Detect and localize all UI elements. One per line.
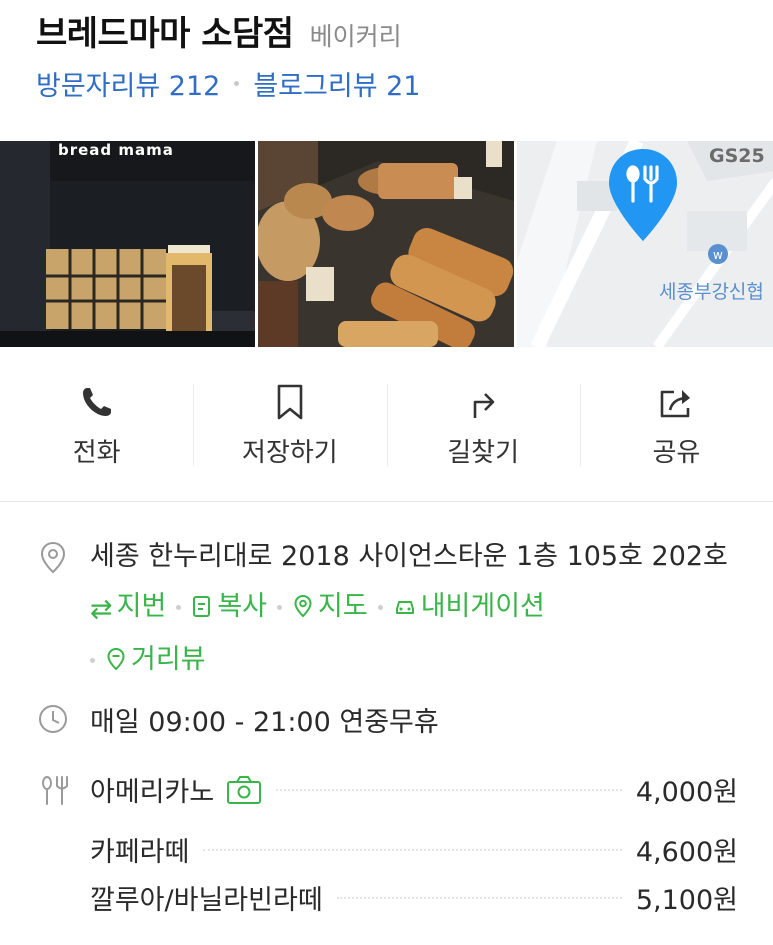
menu-item[interactable]: 카페라떼 4,600원 bbox=[90, 830, 738, 869]
separator-dot bbox=[90, 658, 95, 663]
separator-dot bbox=[377, 605, 383, 610]
jibun-label: 지번 bbox=[116, 591, 167, 622]
share-label: 공유 bbox=[652, 438, 701, 468]
clock-icon bbox=[39, 705, 67, 733]
menu-item-name: 아메리카노 bbox=[90, 777, 215, 808]
map-label-gs25: GS25 bbox=[709, 145, 765, 167]
separator-dot bbox=[277, 605, 282, 610]
share-button[interactable]: 공유 bbox=[579, 370, 773, 470]
map-thumbnail[interactable]: w GS25 세종부강신협 bbox=[517, 141, 773, 347]
navigation-link[interactable]: 내비게이션 bbox=[393, 591, 545, 622]
hours-text[interactable]: 매일 09:00 - 21:00 연중무휴 bbox=[90, 700, 439, 739]
street-view-label: 거리뷰 bbox=[131, 644, 206, 675]
map-pin-icon bbox=[609, 149, 677, 241]
street-view-icon bbox=[107, 647, 125, 671]
utensils-icon bbox=[42, 776, 68, 805]
map-link[interactable]: 지도 bbox=[292, 591, 368, 622]
dotted-leader bbox=[276, 788, 622, 791]
separator-dot bbox=[234, 81, 240, 86]
camera-icon[interactable] bbox=[226, 775, 262, 805]
directions-label: 길찾기 bbox=[447, 438, 519, 468]
jibun-link[interactable]: ⇄ 지번 bbox=[90, 591, 167, 625]
svg-text:w: w bbox=[713, 248, 723, 262]
swap-icon: ⇄ bbox=[90, 594, 113, 625]
menu-item-price: 5,100원 bbox=[635, 885, 738, 916]
bookmark-icon bbox=[277, 384, 303, 420]
map-label: 지도 bbox=[318, 591, 368, 622]
menu-item-name: 카페라떼 bbox=[90, 837, 190, 868]
storefront-illustration bbox=[0, 141, 255, 347]
photo-strip: bread mama w GS25 세종부강신협 bbox=[0, 141, 773, 347]
street-view-link[interactable]: 거리뷰 bbox=[105, 644, 206, 675]
map-pin-small-icon bbox=[294, 594, 312, 618]
blog-reviews-link[interactable]: 블로그리뷰 21 bbox=[253, 64, 420, 103]
separator-dot bbox=[176, 605, 182, 610]
bread-display-illustration bbox=[258, 141, 514, 347]
address-text: 세종 한누리대로 2018 사이언스타운 1층 105호 202호 bbox=[90, 541, 728, 572]
phone-icon bbox=[82, 388, 111, 416]
place-title: 브레드마마 소담점 bbox=[36, 14, 294, 54]
menu-item[interactable]: 아메리카노 4,000원 bbox=[90, 770, 738, 809]
address-block: 세종 한누리대로 2018 사이언스타운 1층 105호 202호 ⇄ 지번 복사 지… bbox=[90, 532, 740, 685]
copy-label: 복사 bbox=[217, 591, 267, 622]
copy-link[interactable]: 복사 bbox=[191, 591, 267, 622]
dotted-leader bbox=[203, 848, 622, 851]
place-category: 베이커리 bbox=[309, 22, 402, 51]
call-label: 전화 bbox=[72, 438, 121, 468]
storefront-sign-text: bread mama bbox=[58, 141, 174, 159]
directions-button[interactable]: 길찾기 bbox=[386, 370, 580, 470]
review-links: 방문자리뷰 212 블로그리뷰 21 bbox=[36, 64, 753, 103]
navigation-label: 내비게이션 bbox=[420, 591, 545, 622]
save-label: 저장하기 bbox=[242, 438, 338, 468]
menu-item-name: 깔루아/바닐라빈라떼 bbox=[90, 885, 323, 916]
save-button[interactable]: 저장하기 bbox=[193, 370, 386, 470]
dotted-leader bbox=[336, 896, 622, 899]
share-icon bbox=[661, 390, 691, 418]
copy-icon bbox=[193, 596, 211, 617]
location-pin-icon bbox=[40, 541, 66, 574]
bread-display-photo[interactable] bbox=[258, 141, 514, 347]
call-button[interactable]: 전화 bbox=[0, 370, 193, 470]
place-header: 브레드마마 소담점 베이커리 방문자리뷰 212 블로그리뷰 21 bbox=[36, 6, 753, 103]
visitor-reviews-link[interactable]: 방문자리뷰 212 bbox=[36, 64, 220, 103]
menu-item-price: 4,000원 bbox=[635, 777, 738, 808]
action-bar: 전화 저장하기 길찾기 공유 bbox=[0, 370, 773, 470]
storefront-photo[interactable]: bread mama bbox=[0, 141, 255, 347]
menu-item-price: 4,600원 bbox=[635, 837, 738, 868]
car-icon bbox=[395, 601, 414, 614]
section-divider bbox=[0, 501, 773, 502]
menu-item[interactable]: 깔루아/바닐라빈라떼 5,100원 bbox=[90, 878, 738, 917]
map-label-place: 세종부강신협 bbox=[659, 281, 764, 303]
directions-icon bbox=[473, 393, 495, 418]
